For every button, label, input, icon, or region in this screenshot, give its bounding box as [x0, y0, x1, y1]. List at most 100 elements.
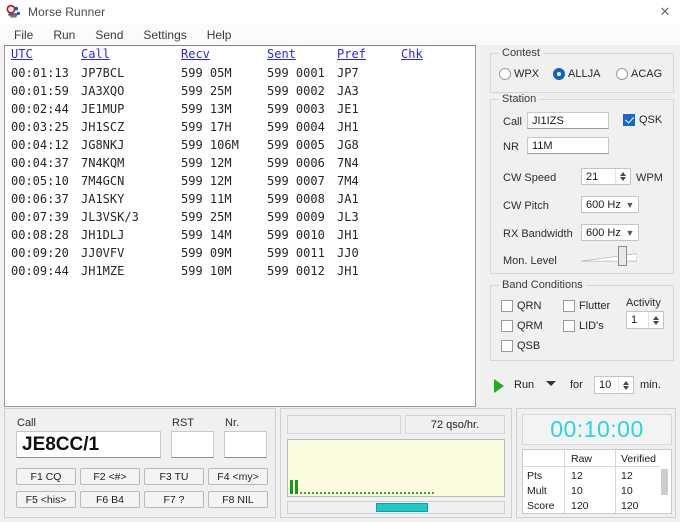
activity-label: Activity [626, 297, 661, 309]
cell-recv: 599 13M [181, 102, 232, 116]
table-row[interactable]: 00:01:13 JP7BCL 599 05M 599 0001 JP7 [5, 64, 475, 82]
menu-item-file[interactable]: File [5, 26, 42, 44]
fkey-f3-tu[interactable]: F3 TU [144, 468, 204, 485]
checkbox-icon-qsb [501, 340, 513, 352]
score-scrollbar-thumb[interactable] [661, 469, 668, 495]
spin-down-icon[interactable] [620, 177, 626, 181]
score-pts-verified: 12 [621, 470, 633, 482]
table-row[interactable]: 00:07:39 JL3VSK/3 599 25M 599 0009 JL3 [5, 208, 475, 226]
cw-pitch-select[interactable]: 600 Hz ▼ [581, 196, 639, 213]
log-header-row: UTC Call Recv Sent Pref Chk [5, 46, 475, 63]
chevron-down-icon[interactable]: ▼ [622, 200, 638, 210]
log-col-recv[interactable]: Recv [181, 47, 210, 61]
checkbox-qrn[interactable]: QRN [501, 300, 541, 312]
activity-stepper[interactable]: 1 [626, 311, 664, 329]
checkbox-icon-qrm [501, 320, 513, 332]
table-row[interactable]: 00:01:59 JA3XQO 599 25M 599 0002 JA3 [5, 82, 475, 100]
radio-acag[interactable]: ACAG [616, 68, 662, 80]
table-row[interactable]: 00:03:25 JH1SCZ 599 17H 599 0004 JH1 [5, 118, 475, 136]
table-row[interactable]: 00:09:20 JJ0VFV 599 09M 599 0011 JJ0 [5, 244, 475, 262]
rx-bandwidth-value: 600 Hz [586, 226, 621, 239]
table-row[interactable]: 00:04:12 JG8NKJ 599 106M 599 0005 JG8 [5, 136, 475, 154]
checkbox-flutter[interactable]: Flutter [563, 300, 610, 312]
cell-sent: 599 0002 [267, 84, 325, 98]
run-mode-dropdown-icon[interactable] [546, 381, 556, 386]
checkbox-lids[interactable]: LID's [563, 320, 604, 332]
slider-thumb[interactable] [618, 246, 627, 266]
nr-label: NR [503, 141, 519, 153]
cell-pref: JA1 [337, 192, 359, 206]
cw-speed-stepper[interactable]: 21 [581, 168, 631, 185]
qso-log-panel[interactable]: UTC Call Recv Sent Pref Chk 00:01:13 JP7… [4, 45, 476, 407]
fkey-f1-cq[interactable]: F1 CQ [16, 468, 76, 485]
score-grid[interactable]: Raw Verified Pts 12 12 Mult 10 10 Score … [522, 449, 672, 514]
menu-item-help[interactable]: Help [198, 26, 241, 44]
cell-utc: 00:04:12 [11, 138, 69, 152]
bandwidth-slider-thumb[interactable] [376, 503, 428, 512]
play-icon[interactable] [494, 379, 504, 393]
band-conditions-group-label: Band Conditions [499, 279, 586, 291]
minutes-stepper[interactable]: 10 [594, 376, 634, 394]
table-row[interactable]: 00:09:44 JH1MZE 599 10M 599 0012 JH1 [5, 262, 475, 280]
fkey-f8-nil[interactable]: F8 NIL [208, 491, 268, 508]
cell-call: JH1MZE [81, 264, 125, 278]
table-row[interactable]: 00:02:44 JE1MUP 599 13M 599 0003 JE1 [5, 100, 475, 118]
rx-bandwidth-select[interactable]: 600 Hz ▼ [581, 224, 639, 241]
radio-icon-acag [616, 68, 628, 80]
run-bar: Run for 10 min. [490, 375, 674, 399]
checkbox-qsb[interactable]: QSB [501, 340, 540, 352]
radio-wpx[interactable]: WPX [499, 68, 539, 80]
entry-nr-input[interactable] [224, 431, 267, 458]
cell-recv: 599 12M [181, 174, 232, 188]
log-col-utc[interactable]: UTC [11, 47, 33, 61]
nr-input[interactable]: 11M [527, 137, 609, 154]
spin-up-icon[interactable] [653, 315, 659, 320]
contest-clock: 00:10:00 [522, 414, 672, 445]
log-col-pref[interactable]: Pref [337, 47, 366, 61]
settings-column: Contest WPX ALLJA ACAG Station Call JI1I… [486, 45, 676, 407]
window-title: Morse Runner [28, 5, 106, 19]
score-scrollbar[interactable] [659, 451, 670, 512]
mon-level-slider[interactable] [581, 244, 637, 268]
entry-call-input[interactable]: JE8CC/1 [16, 431, 161, 458]
fkey-f6-b4[interactable]: F6 B4 [80, 491, 140, 508]
log-col-chk[interactable]: Chk [401, 47, 423, 61]
cell-pref: 7N4 [337, 156, 359, 170]
table-row[interactable]: 00:04:37 7N4KQM 599 12M 599 0006 7N4 [5, 154, 475, 172]
close-icon[interactable]: ✕ [650, 0, 680, 24]
fkey-f5-his[interactable]: F5 <his> [16, 491, 76, 508]
call-input[interactable]: JI1IZS [527, 112, 609, 129]
spin-up-icon[interactable] [620, 172, 626, 176]
table-row[interactable]: 00:06:37 JA1SKY 599 11M 599 0008 JA1 [5, 190, 475, 208]
cell-recv: 599 106M [181, 138, 239, 152]
fkey-f2-num[interactable]: F2 <#> [80, 468, 140, 485]
log-col-sent[interactable]: Sent [267, 47, 296, 61]
checkbox-qrm[interactable]: QRM [501, 320, 543, 332]
run-mode-label[interactable]: Run [514, 379, 534, 391]
chevron-down-icon[interactable]: ▼ [622, 228, 638, 238]
radio-allja[interactable]: ALLJA [553, 68, 600, 80]
menu-item-send[interactable]: Send [86, 26, 132, 44]
cell-call: JG8NKJ [81, 138, 125, 152]
table-row[interactable]: 00:08:28 JH1DLJ 599 14M 599 0010 JH1 [5, 226, 475, 244]
table-row[interactable]: 00:05:10 7M4GCN 599 12M 599 0007 7M4 [5, 172, 475, 190]
bandwidth-slider-track[interactable] [287, 501, 505, 514]
mon-level-label: Mon. Level [503, 255, 557, 267]
spin-up-icon[interactable] [623, 380, 629, 385]
waveform-display[interactable] [287, 439, 505, 497]
cell-pref: JH1 [337, 228, 359, 242]
menu-item-run[interactable]: Run [44, 26, 84, 44]
cell-pref: JJ0 [337, 246, 359, 260]
cell-call: JA3XQO [81, 84, 125, 98]
fkey-f4-my[interactable]: F4 <my> [208, 468, 268, 485]
activity-spin-buttons[interactable] [648, 312, 663, 328]
entry-rst-input[interactable] [171, 431, 214, 458]
fkey-f7-query[interactable]: F7 ? [144, 491, 204, 508]
cw-speed-spin-buttons[interactable] [615, 169, 630, 184]
qsk-checkbox[interactable]: QSK [623, 114, 662, 126]
spin-down-icon[interactable] [623, 385, 629, 390]
log-col-call[interactable]: Call [81, 47, 110, 61]
spin-down-icon[interactable] [653, 320, 659, 325]
menu-item-settings[interactable]: Settings [134, 26, 195, 44]
minutes-spin-buttons[interactable] [618, 377, 633, 393]
